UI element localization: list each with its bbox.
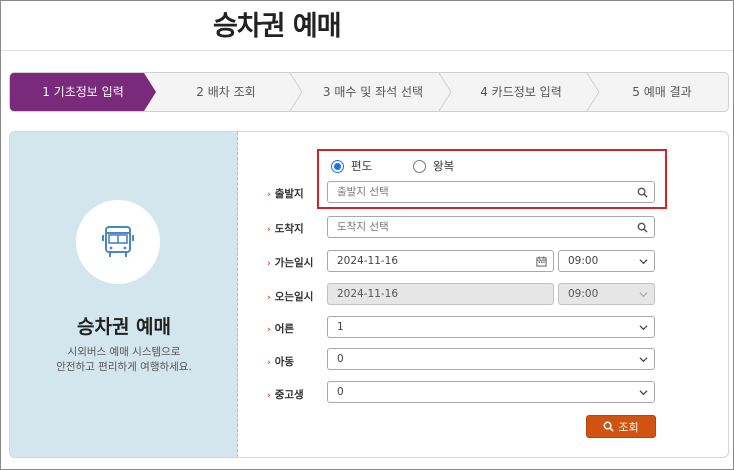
go-time-value: 09:00 <box>568 255 599 267</box>
bullet-arrow-icon: › <box>267 293 271 303</box>
go-date-label: › 가는일시 <box>267 257 314 269</box>
arrival-label: › 도착지 <box>267 223 304 235</box>
search-button-label: 조회 <box>618 420 639 434</box>
radio-one-way-dot[interactable] <box>331 159 344 173</box>
return-date-value: 2024-11-16 <box>337 288 399 300</box>
bus-icon-circle <box>76 200 160 284</box>
side-desc-line-2: 안전하고 편리하게 여행하세요. <box>56 361 192 373</box>
reservation-form: 편도 왕복 › 출발지 출발지 선택 › 도착지 도착지 선택 › 가는일시 20 <box>239 132 728 457</box>
chevron-down-icon <box>639 317 648 337</box>
student-count-select[interactable]: 0 <box>327 381 655 403</box>
bullet-arrow-icon: › <box>267 225 271 235</box>
step-1-basic-info: 1 기초정보 입력 <box>10 73 156 111</box>
chevron-down-icon <box>639 382 648 402</box>
child-label: › 아동 <box>267 356 295 368</box>
title-divider <box>1 50 733 51</box>
search-icon[interactable] <box>637 182 648 202</box>
chevron-down-icon <box>639 349 648 369</box>
go-date-input[interactable]: 2024-11-16 <box>327 250 554 272</box>
calendar-icon[interactable] <box>536 251 547 271</box>
radio-round-trip-dot[interactable] <box>413 159 426 173</box>
chevron-down-icon <box>639 284 648 304</box>
page-title: 승차권 예매 <box>213 11 342 42</box>
chevron-down-icon <box>639 251 648 271</box>
student-count-value: 0 <box>337 386 344 398</box>
side-desc-line-1: 시외버스 예매 시스템으로 <box>67 346 181 358</box>
bullet-arrow-icon: › <box>267 358 271 368</box>
step-5-result: 5 예매 결과 <box>632 85 692 99</box>
side-panel: 승차권 예매 시외버스 예매 시스템으로 안전하고 편리하게 여행하세요. <box>10 132 238 457</box>
search-icon <box>603 421 615 432</box>
reservation-card: 승차권 예매 시외버스 예매 시스템으로 안전하고 편리하게 여행하세요. 편도… <box>9 131 729 458</box>
return-date-input: 2024-11-16 <box>327 283 554 305</box>
go-date-value: 2024-11-16 <box>337 255 399 267</box>
child-count-select[interactable]: 0 <box>327 348 655 370</box>
return-date-label: › 오는일시 <box>267 291 314 303</box>
radio-round-trip[interactable]: 왕복 <box>413 158 454 174</box>
departure-label: › 출발지 <box>267 188 304 200</box>
search-button[interactable]: 조회 <box>586 415 656 438</box>
return-time-value: 09:00 <box>568 288 599 300</box>
step-3-seat-select: 3 매수 및 좌석 선택 <box>322 85 424 99</box>
departure-placeholder: 출발지 선택 <box>337 186 389 198</box>
arrival-input[interactable]: 도착지 선택 <box>327 216 655 238</box>
step-4-card-info: 4 카드정보 입력 <box>480 85 562 99</box>
bus-icon <box>102 226 134 257</box>
bullet-arrow-icon: › <box>267 391 271 401</box>
bullet-arrow-icon: › <box>267 190 271 200</box>
student-label: › 중고생 <box>267 389 304 401</box>
go-time-select[interactable]: 09:00 <box>558 250 655 272</box>
departure-input[interactable]: 출발지 선택 <box>327 181 655 203</box>
adult-count-value: 1 <box>337 321 344 333</box>
adult-label: › 어른 <box>267 323 295 335</box>
bullet-arrow-icon: › <box>267 259 271 269</box>
radio-round-trip-label: 왕복 <box>433 159 455 173</box>
return-time-select: 09:00 <box>558 283 655 305</box>
step-2-dispatch-lookup: 2 배차 조회 <box>196 85 256 99</box>
side-description: 시외버스 예매 시스템으로 안전하고 편리하게 여행하세요. <box>10 345 238 375</box>
adult-count-select[interactable]: 1 <box>327 316 655 338</box>
child-count-value: 0 <box>337 353 344 365</box>
radio-one-way-label: 편도 <box>351 159 373 173</box>
step-progress-bar: 1 기초정보 입력 2 배차 조회 3 매수 및 좌석 선택 4 카드정보 입력… <box>9 72 729 112</box>
search-icon[interactable] <box>637 217 648 237</box>
side-title: 승차권 예매 <box>76 316 171 338</box>
radio-one-way[interactable]: 편도 <box>331 158 372 174</box>
arrival-placeholder: 도착지 선택 <box>337 221 389 233</box>
bullet-arrow-icon: › <box>267 325 271 335</box>
